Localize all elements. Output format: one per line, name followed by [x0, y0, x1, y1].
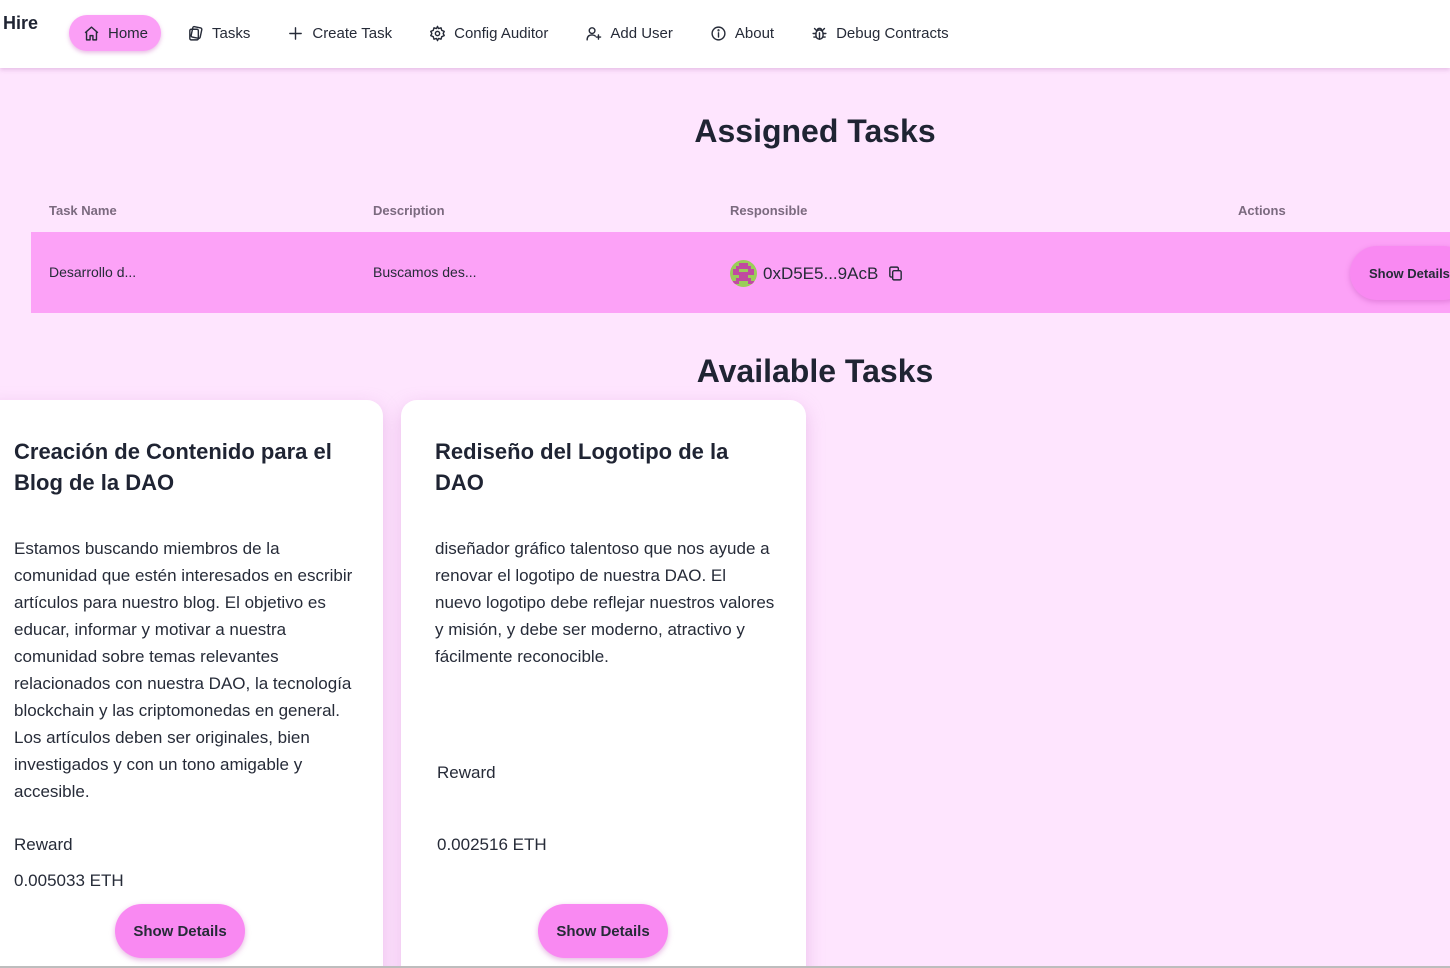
- nav-item-debug-contracts[interactable]: Debug Contracts: [797, 15, 962, 51]
- nav-item-add-user[interactable]: Add User: [571, 15, 686, 51]
- table-header: Task Name Description Responsible Action…: [31, 198, 1450, 226]
- nav-item-tasks[interactable]: Tasks: [173, 15, 263, 51]
- nav-item-label: Add User: [610, 24, 673, 42]
- navbar: Hire Home Tasks Create Task Config Audit…: [0, 0, 1450, 68]
- nav-item-label: Tasks: [212, 24, 251, 42]
- reward-label: Reward: [437, 763, 496, 782]
- reward-value: 0.005033 ETH: [14, 871, 124, 890]
- task-card-description: Estamos buscando miembros de la comunida…: [14, 539, 353, 801]
- info-icon: [711, 25, 726, 41]
- reward-label: Reward: [14, 835, 73, 854]
- show-details-button[interactable]: Show Details: [1350, 246, 1450, 300]
- avatar: [730, 260, 757, 287]
- task-card: Rediseño del Logotipo de la DAO diseñado…: [401, 400, 806, 968]
- task-card-title: Rediseño del Logotipo de la DAO: [435, 439, 729, 495]
- copy-icon[interactable]: [887, 265, 904, 282]
- description-cell: Buscamos des...: [373, 264, 477, 280]
- responsible-address: 0xD5E5...9AcB: [763, 263, 879, 283]
- nav-item-config-auditor[interactable]: Config Auditor: [415, 15, 561, 51]
- column-header-actions: Actions: [1238, 203, 1286, 218]
- nav-item-label: Create Task: [312, 24, 393, 42]
- nav-item-create-task[interactable]: Create Task: [273, 15, 405, 51]
- tasks-icon: [189, 25, 203, 41]
- reward-value: 0.002516 ETH: [437, 835, 547, 854]
- gear-icon: [430, 25, 446, 41]
- assigned-tasks-title: Assigned Tasks: [694, 113, 936, 149]
- show-details-button[interactable]: Show Details: [538, 904, 668, 958]
- column-header-description: Description: [373, 203, 445, 218]
- column-header-responsible: Responsible: [730, 203, 808, 218]
- task-name-cell: Desarrollo d...: [49, 264, 137, 280]
- nav-item-label: Config Auditor: [454, 24, 549, 42]
- nav-item-label: Home: [108, 24, 149, 42]
- column-header-task-name: Task Name: [49, 203, 117, 218]
- task-card: Creación de Contenido para el Blog de la…: [0, 400, 383, 968]
- plus-icon: [289, 26, 303, 40]
- task-card-title: Creación de Contenido para el Blog de la…: [14, 439, 332, 495]
- nav-item-label: About: [734, 24, 775, 42]
- task-card-description: diseñador gráfico talentoso que nos ayud…: [435, 539, 775, 666]
- nav-item-home[interactable]: Home: [69, 15, 162, 51]
- brand-logo[interactable]: Hire: [3, 13, 38, 34]
- table-row: Desarrollo d... Buscamos des... 0xD5E5..…: [31, 232, 1450, 313]
- nav-item-label: Debug Contracts: [836, 24, 949, 42]
- show-details-button[interactable]: Show Details: [115, 904, 245, 958]
- home-icon: [84, 25, 99, 41]
- add-user-icon: [586, 26, 602, 41]
- nav-menu: Home Tasks Create Task Config Auditor Ad…: [69, 15, 972, 51]
- nav-item-about[interactable]: About: [696, 15, 787, 51]
- available-tasks-title: Available Tasks: [696, 353, 934, 389]
- responsible-cell: 0xD5E5...9AcB: [730, 260, 904, 287]
- bug-icon: [812, 27, 827, 40]
